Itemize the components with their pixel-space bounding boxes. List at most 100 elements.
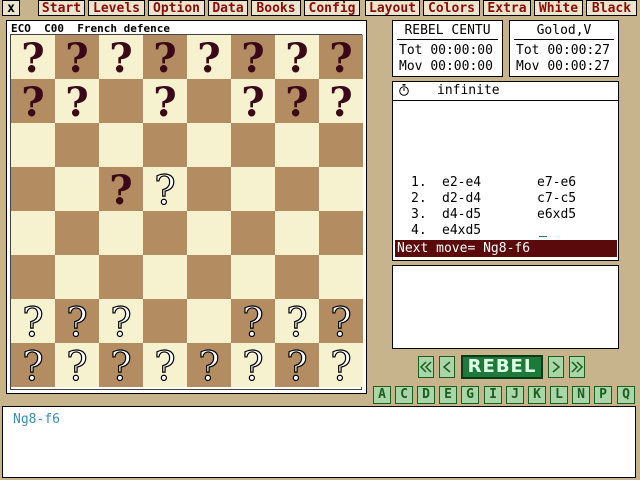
square-b3[interactable] bbox=[55, 255, 99, 299]
key-d-button[interactable]: D bbox=[417, 386, 435, 404]
white-piece[interactable]: ? bbox=[66, 302, 89, 343]
menu-white[interactable]: White bbox=[534, 0, 583, 16]
square-e1[interactable]: ? bbox=[187, 343, 231, 388]
square-c4[interactable] bbox=[99, 211, 143, 255]
square-h5[interactable] bbox=[319, 167, 363, 211]
white-move[interactable]: d4-d5 bbox=[442, 207, 481, 222]
square-d7[interactable]: ? bbox=[143, 79, 187, 123]
white-piece[interactable]: ? bbox=[110, 346, 133, 387]
square-g5[interactable] bbox=[275, 167, 319, 211]
square-g8[interactable]: ? bbox=[275, 35, 319, 79]
square-a8[interactable]: ? bbox=[11, 35, 55, 79]
square-a5[interactable] bbox=[11, 167, 55, 211]
square-a4[interactable] bbox=[11, 211, 55, 255]
square-g1[interactable]: ? bbox=[275, 343, 319, 388]
menu-data[interactable]: Data bbox=[208, 0, 248, 16]
square-c8[interactable]: ? bbox=[99, 35, 143, 79]
black-piece[interactable]: ? bbox=[153, 83, 176, 123]
black-piece[interactable]: ? bbox=[285, 39, 308, 79]
white-piece[interactable]: ? bbox=[198, 346, 221, 387]
menu-extra[interactable]: Extra bbox=[483, 0, 531, 16]
square-c6[interactable] bbox=[99, 123, 143, 167]
square-f8[interactable]: ? bbox=[231, 35, 275, 79]
square-d4[interactable] bbox=[143, 211, 187, 255]
square-g2[interactable]: ? bbox=[275, 299, 319, 344]
white-piece[interactable]: ? bbox=[286, 302, 309, 343]
key-j-button[interactable]: J bbox=[506, 386, 524, 404]
square-c3[interactable] bbox=[99, 255, 143, 299]
white-piece[interactable]: ? bbox=[66, 346, 89, 387]
square-d8[interactable]: ? bbox=[143, 35, 187, 79]
white-piece[interactable]: ? bbox=[154, 346, 177, 387]
key-g-button[interactable]: G bbox=[461, 386, 479, 404]
square-f5[interactable] bbox=[231, 167, 275, 211]
white-move[interactable]: d2-d4 bbox=[442, 191, 481, 206]
menu-start[interactable]: Start bbox=[38, 0, 85, 16]
square-g7[interactable]: ? bbox=[275, 79, 319, 123]
white-piece[interactable]: ? bbox=[110, 302, 133, 343]
square-b7[interactable]: ? bbox=[55, 79, 99, 123]
square-e4[interactable] bbox=[187, 211, 231, 255]
menu-option[interactable]: Option bbox=[148, 0, 205, 16]
square-d6[interactable] bbox=[143, 123, 187, 167]
square-d1[interactable]: ? bbox=[143, 343, 187, 388]
square-c7[interactable] bbox=[99, 79, 143, 123]
last-move-button[interactable] bbox=[569, 356, 585, 378]
black-move[interactable]: e6xd5 bbox=[537, 207, 576, 222]
menu-config[interactable]: Config bbox=[304, 0, 360, 16]
square-c2[interactable]: ? bbox=[99, 299, 143, 344]
square-e3[interactable] bbox=[187, 255, 231, 299]
white-piece[interactable]: ? bbox=[330, 346, 353, 387]
square-f6[interactable] bbox=[231, 123, 275, 167]
black-piece[interactable]: ? bbox=[285, 83, 308, 123]
square-b2[interactable]: ? bbox=[55, 299, 99, 344]
square-a1[interactable]: ? bbox=[11, 343, 55, 388]
square-e2[interactable] bbox=[187, 299, 231, 343]
menu-levels[interactable]: Levels bbox=[88, 0, 145, 16]
key-k-button[interactable]: K bbox=[528, 386, 546, 404]
black-piece[interactable]: ? bbox=[329, 39, 352, 79]
menu-black[interactable]: Black bbox=[586, 0, 637, 16]
key-q-button[interactable]: Q bbox=[617, 386, 635, 404]
square-a3[interactable] bbox=[11, 255, 55, 299]
first-move-button[interactable] bbox=[418, 356, 434, 378]
square-f2[interactable]: ? bbox=[231, 299, 275, 344]
close-button[interactable]: x bbox=[2, 0, 20, 16]
square-b5[interactable] bbox=[55, 167, 99, 211]
square-e5[interactable] bbox=[187, 167, 231, 211]
white-piece[interactable]: ? bbox=[154, 170, 177, 211]
black-piece[interactable]: ? bbox=[241, 83, 264, 123]
black-piece[interactable]: ? bbox=[65, 83, 88, 123]
white-piece[interactable]: ? bbox=[286, 346, 309, 387]
white-move[interactable]: e2-e4 bbox=[442, 175, 481, 190]
square-f3[interactable] bbox=[231, 255, 275, 299]
key-c-button[interactable]: C bbox=[395, 386, 413, 404]
square-h6[interactable] bbox=[319, 123, 363, 167]
square-h1[interactable]: ? bbox=[319, 343, 363, 388]
black-move[interactable]: e7-e6 bbox=[537, 175, 576, 190]
square-h2[interactable]: ? bbox=[319, 299, 363, 344]
black-piece[interactable]: ? bbox=[329, 83, 352, 123]
black-piece[interactable]: ? bbox=[21, 83, 44, 123]
black-piece[interactable]: ? bbox=[65, 39, 88, 79]
white-piece[interactable]: ? bbox=[242, 346, 265, 387]
square-c1[interactable]: ? bbox=[99, 343, 143, 388]
black-piece[interactable]: ? bbox=[197, 39, 220, 79]
square-h7[interactable]: ? bbox=[319, 79, 363, 123]
black-piece[interactable]: ? bbox=[109, 39, 132, 79]
menu-books[interactable]: Books bbox=[251, 0, 301, 16]
square-e6[interactable] bbox=[187, 123, 231, 167]
white-move[interactable]: e4xd5 bbox=[442, 223, 481, 238]
key-e-button[interactable]: E bbox=[439, 386, 457, 404]
menu-colors[interactable]: Colors bbox=[423, 0, 480, 16]
black-move[interactable]: c7-c5 bbox=[537, 191, 576, 206]
square-d2[interactable] bbox=[143, 299, 187, 343]
square-e7[interactable] bbox=[187, 79, 231, 123]
key-p-button[interactable]: P bbox=[594, 386, 612, 404]
key-i-button[interactable]: I bbox=[484, 386, 502, 404]
square-d5[interactable]: ? bbox=[143, 167, 187, 212]
square-h8[interactable]: ? bbox=[319, 35, 363, 79]
square-h3[interactable] bbox=[319, 255, 363, 299]
square-f7[interactable]: ? bbox=[231, 79, 275, 123]
chess-board[interactable]: ?????????????????????????????? bbox=[10, 34, 363, 390]
